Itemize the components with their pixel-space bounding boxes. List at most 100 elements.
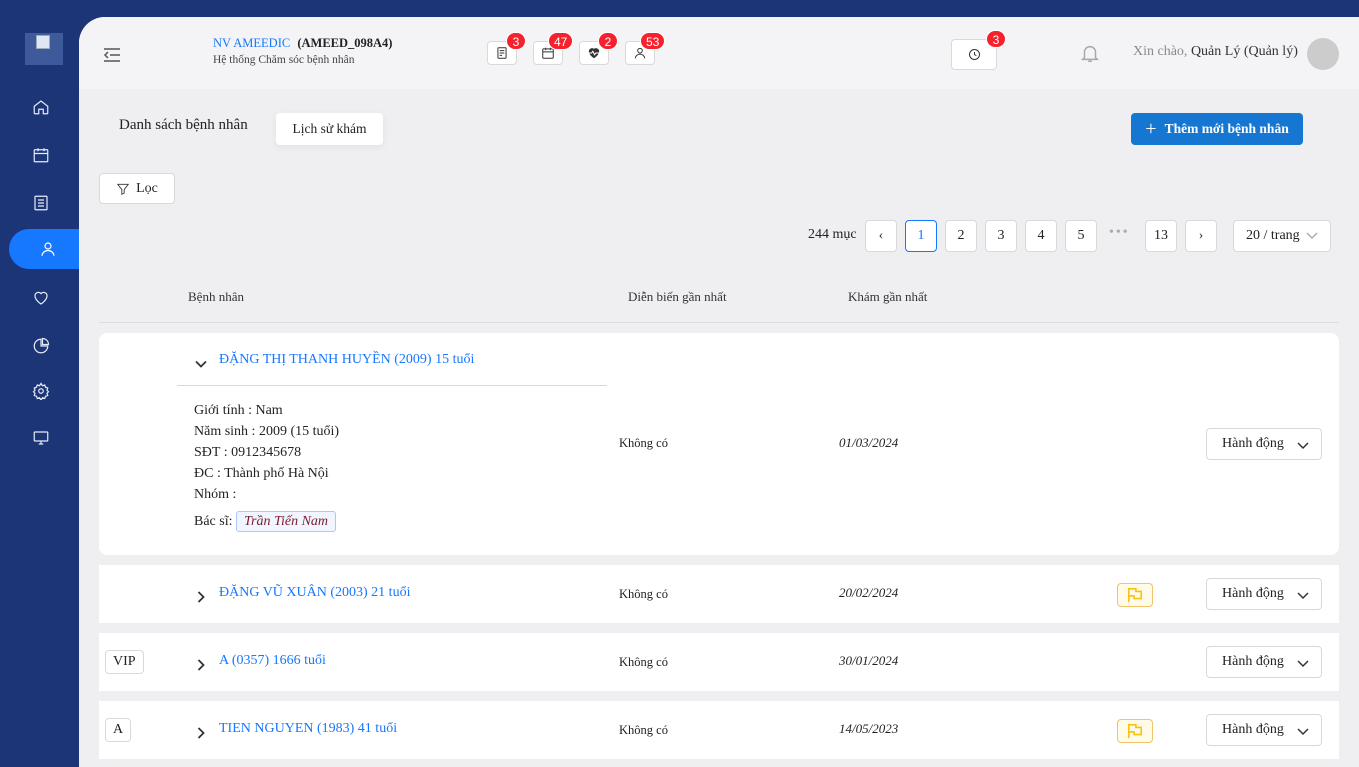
add-patient-label: Thêm mới bệnh nhân: [1164, 121, 1289, 136]
main-panel: NV AMEEDIC (AMEED_098A4) Hệ thống Chăm s…: [79, 17, 1359, 767]
flag-button[interactable]: [1117, 583, 1153, 607]
page-title: Danh sách bệnh nhân: [119, 117, 248, 133]
chevron-down-icon: [1297, 439, 1309, 451]
history-button[interactable]: 3: [951, 30, 1006, 70]
sidebar-item-patients[interactable]: [9, 229, 89, 269]
page-13[interactable]: 13: [1145, 220, 1177, 252]
table-row[interactable]: ĐẶNG VŨ XUÂN (2003) 21 tuổi Không có 20/…: [99, 565, 1339, 623]
last-visit-cell: 01/03/2024: [839, 435, 899, 450]
progress-cell: Không có: [619, 436, 668, 450]
detail-divider: [177, 385, 607, 386]
detail-address: ĐC : Thành phố Hà Nội: [194, 466, 329, 481]
sidebar-item-list[interactable]: [0, 183, 89, 223]
sidebar-item-reports[interactable]: [0, 326, 89, 366]
heart-icon: [33, 291, 48, 305]
progress-cell: Không có: [619, 587, 668, 601]
branch-code: (AMEED_098A4): [297, 36, 393, 50]
last-visit-cell: 14/05/2023: [839, 721, 899, 736]
gear-icon: [32, 382, 49, 400]
monitor-icon: [33, 431, 48, 445]
chevron-down-icon: [1297, 589, 1309, 601]
flag-button[interactable]: [1117, 719, 1153, 743]
patient-name[interactable]: TIEN NGUYEN (1983) 41 tuổi: [219, 721, 397, 737]
page-3[interactable]: 3: [985, 220, 1017, 252]
sidebar-item-home[interactable]: [0, 87, 89, 127]
filter-icon: [116, 183, 130, 195]
header-progress: Diễn biến gần nhất: [628, 289, 727, 304]
home-icon: [33, 100, 48, 115]
document-icon: [497, 47, 507, 59]
health-button[interactable]: 2: [579, 32, 618, 65]
table-row[interactable]: ĐẶNG THỊ THANH HUYỀN (2009) 15 tuổi Giới…: [99, 333, 1339, 555]
action-label: Hành động: [1222, 654, 1284, 669]
user-name[interactable]: Quản Lý (Quản lý): [1191, 44, 1298, 59]
add-patient-button[interactable]: + Thêm mới bệnh nhân: [1131, 113, 1303, 145]
last-visit-cell: 20/02/2024: [839, 585, 899, 600]
action-label: Hành động: [1222, 586, 1284, 601]
page-ellipsis[interactable]: •••: [1109, 225, 1130, 241]
flag-icon: [1127, 723, 1143, 739]
page-2[interactable]: 2: [945, 220, 977, 252]
page-size-value: 20 / trang: [1246, 228, 1300, 243]
health-badge: 2: [598, 32, 618, 50]
sidebar: [0, 0, 89, 461]
chevron-down-icon[interactable]: [195, 357, 207, 369]
menu-fold-icon: [103, 48, 120, 62]
top-header: NV AMEEDIC (AMEED_098A4) Hệ thống Chăm s…: [79, 17, 1359, 89]
page-size-select[interactable]: 20 / trang: [1233, 220, 1331, 252]
chevron-right-icon: ›: [1198, 228, 1204, 243]
patient-name[interactable]: ĐẶNG THỊ THANH HUYỀN (2009) 15 tuổi: [219, 352, 474, 368]
records-badge: 3: [506, 32, 526, 50]
action-dropdown[interactable]: Hành động: [1206, 646, 1322, 678]
page-5[interactable]: 5: [1065, 220, 1097, 252]
progress-cell: Không có: [619, 723, 668, 737]
sidebar-item-calendar[interactable]: [0, 135, 89, 175]
patient-name[interactable]: ĐẶNG VŨ XUÂN (2003) 21 tuổi: [219, 585, 410, 601]
records-button[interactable]: 3: [487, 32, 526, 65]
action-dropdown[interactable]: Hành động: [1206, 714, 1322, 746]
menu-toggle-button[interactable]: [103, 47, 121, 63]
appointments-badge: 47: [548, 32, 574, 50]
calendar-icon: [33, 148, 48, 163]
header-patient: Bệnh nhân: [188, 289, 244, 304]
sidebar-item-settings[interactable]: [0, 371, 89, 411]
table-row[interactable]: VIP A (0357) 1666 tuổi Không có 30/01/20…: [99, 633, 1339, 691]
heartbeat-icon: [588, 48, 600, 59]
doctor-tag: Trần Tiến Nam: [236, 511, 337, 532]
sidebar-item-care[interactable]: [0, 278, 89, 318]
action-dropdown[interactable]: Hành động: [1206, 578, 1322, 610]
list-icon: [33, 195, 48, 211]
greeting: Xin chào, Quản Lý (Quản lý): [1133, 44, 1298, 60]
patients-button[interactable]: 53: [625, 32, 666, 65]
flag-icon: [1127, 587, 1143, 603]
patient-tag: VIP: [105, 650, 144, 674]
table-row[interactable]: A TIEN NGUYEN (1983) 41 tuổi Không có 14…: [99, 701, 1339, 759]
total-count: 244 mục: [808, 227, 857, 242]
appointments-button[interactable]: 47: [533, 32, 574, 65]
table-header: Bệnh nhân Diễn biến gần nhất Khám gần nh…: [99, 277, 1339, 323]
page-1[interactable]: 1: [905, 220, 937, 252]
next-page-button[interactable]: ›: [1185, 220, 1217, 252]
broken-image-icon: [36, 35, 50, 49]
clock-history-icon: [968, 49, 980, 60]
chevron-right-icon[interactable]: [195, 726, 207, 739]
chevron-left-icon: ‹: [878, 228, 884, 243]
pie-chart-icon: [33, 337, 49, 354]
notification-button[interactable]: [1079, 41, 1101, 65]
sidebar-item-display[interactable]: [0, 418, 89, 458]
chevron-right-icon[interactable]: [195, 590, 207, 603]
action-dropdown[interactable]: Hành động: [1206, 428, 1322, 460]
filter-button[interactable]: Lọc: [99, 173, 175, 204]
chevron-down-icon: [1306, 229, 1318, 241]
prev-page-button[interactable]: ‹: [865, 220, 897, 252]
doctor-label: Bác sĩ:: [194, 514, 233, 529]
history-badge: 3: [986, 30, 1006, 48]
chevron-right-icon[interactable]: [195, 658, 207, 671]
patient-name[interactable]: A (0357) 1666 tuổi: [219, 653, 326, 669]
detail-gender: Giới tính : Nam: [194, 403, 283, 418]
tab-exam-history[interactable]: Lịch sử khám: [276, 113, 383, 145]
page-4[interactable]: 4: [1025, 220, 1057, 252]
detail-doctor: Bác sĩ: Trần Tiến Nam: [194, 511, 337, 532]
avatar[interactable]: [1307, 38, 1339, 70]
filter-label: Lọc: [136, 180, 158, 196]
